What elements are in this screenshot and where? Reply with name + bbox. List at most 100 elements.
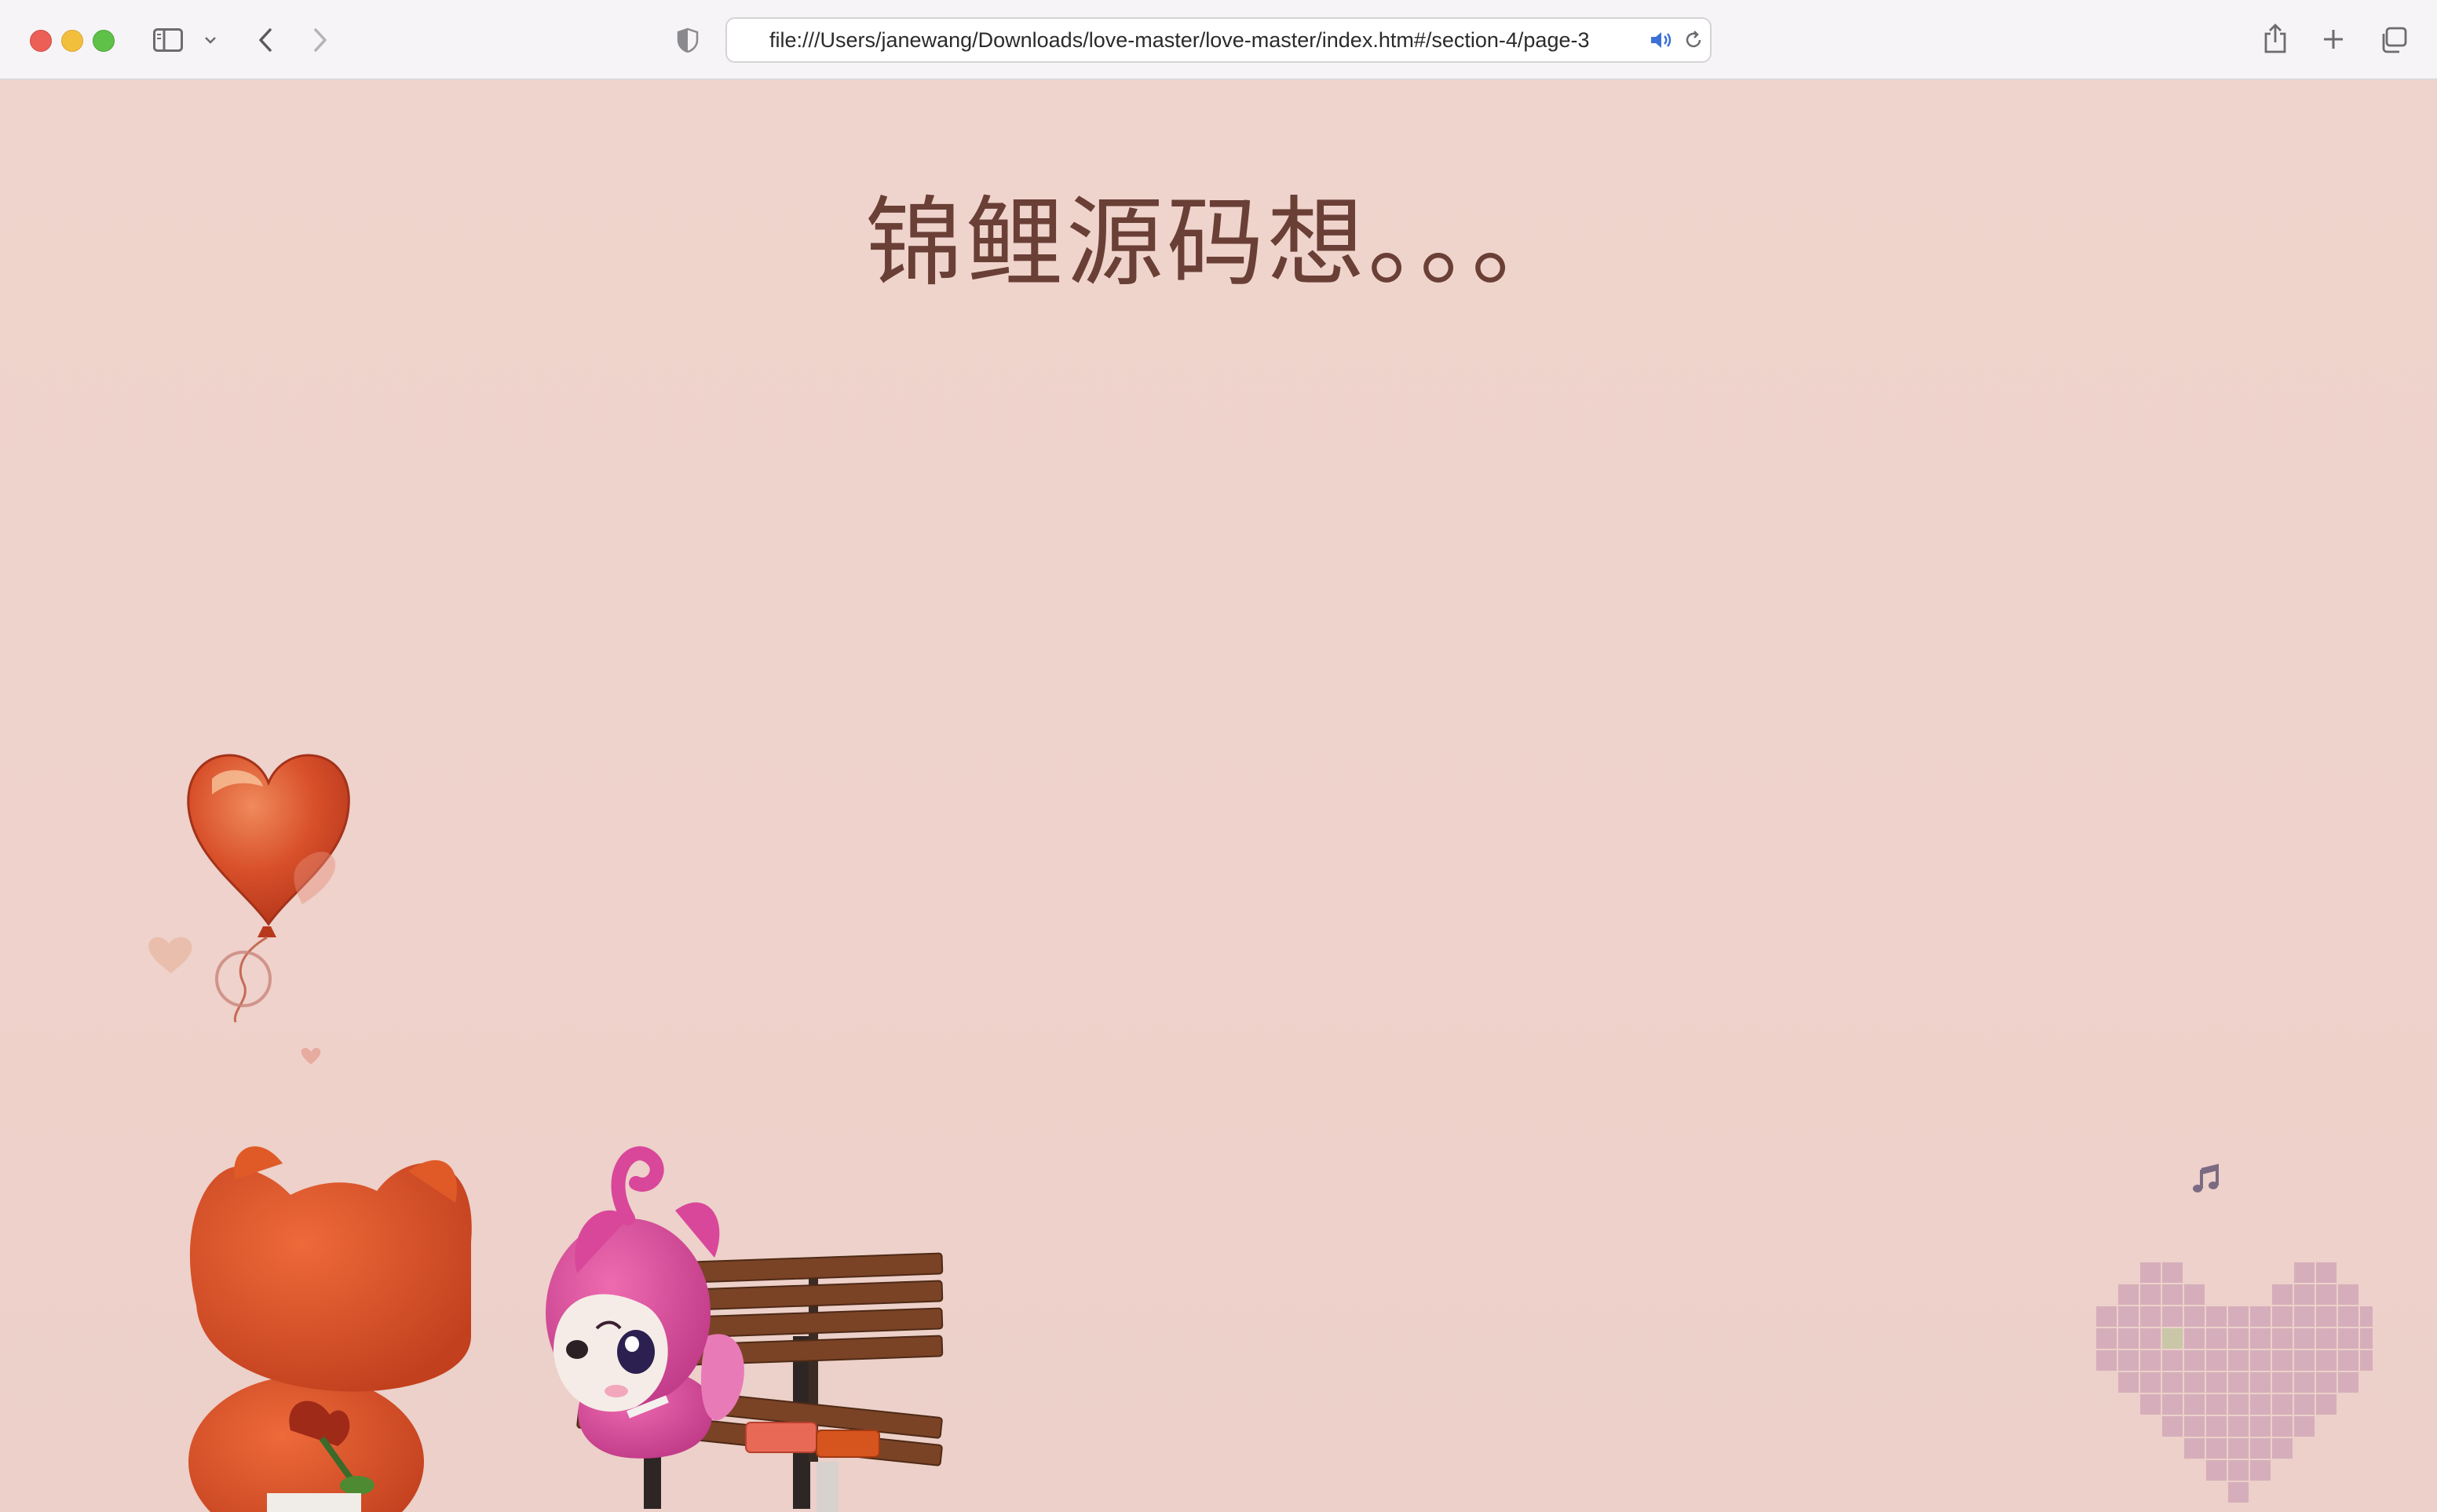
pixel-heart-cell xyxy=(2206,1372,2227,1393)
pixel-heart-cell xyxy=(2316,1284,2337,1305)
pixel-heart-cell xyxy=(2294,1372,2315,1393)
forward-icon[interactable] xyxy=(306,25,334,55)
pixel-heart-cell xyxy=(2294,1306,2315,1327)
pixel-heart-cell xyxy=(2228,1350,2249,1371)
pixel-heart-cell xyxy=(2162,1372,2183,1393)
pixel-heart-cell xyxy=(2228,1372,2249,1393)
pixel-heart-cell xyxy=(2096,1306,2117,1327)
close-window-button[interactable] xyxy=(30,30,52,52)
pixel-heart-cell xyxy=(2338,1306,2358,1327)
zoom-window-button[interactable] xyxy=(93,30,115,52)
pixel-heart-cell xyxy=(2294,1394,2315,1415)
pixel-heart-cell xyxy=(2206,1416,2227,1437)
pixel-heart-cell xyxy=(2228,1328,2249,1349)
pixel-heart-cell xyxy=(2140,1372,2161,1393)
pixel-heart-cell xyxy=(2294,1262,2315,1283)
pixel-heart-cell xyxy=(2294,1350,2315,1371)
pixel-heart-cell xyxy=(2250,1460,2271,1481)
pixel-heart-cell xyxy=(2140,1328,2161,1349)
pixel-heart-cell xyxy=(2184,1350,2205,1371)
pixel-heart-cell xyxy=(2338,1284,2358,1305)
minimize-window-button[interactable] xyxy=(61,30,83,52)
pixel-heart-cell xyxy=(2316,1394,2337,1415)
pixel-heart-cell xyxy=(2118,1306,2139,1327)
url-text[interactable]: file:///Users/janewang/Downloads/love-ma… xyxy=(769,19,1589,61)
pixel-heart-cell xyxy=(2250,1394,2271,1415)
pixel-heart-cell xyxy=(2250,1416,2271,1437)
pixel-heart xyxy=(2096,1262,2373,1503)
pixel-heart-cell xyxy=(2272,1372,2293,1393)
sidebar-icon[interactable] xyxy=(152,27,184,53)
pixel-heart-cell xyxy=(2250,1328,2271,1349)
music-note-icon[interactable] xyxy=(2190,1163,2222,1199)
pixel-heart-cell xyxy=(2140,1394,2161,1415)
heart-balloon-foxes-on-bench xyxy=(148,754,944,1512)
pixel-heart-cell xyxy=(2184,1284,2205,1305)
pixel-heart-cell xyxy=(2272,1394,2293,1415)
pixel-heart-cell xyxy=(2206,1438,2227,1459)
pixel-heart-cell xyxy=(2184,1328,2205,1349)
orange-fox-character xyxy=(188,1146,472,1512)
pixel-heart-cell xyxy=(2338,1372,2358,1393)
pixel-heart-cell xyxy=(2184,1438,2205,1459)
pixel-heart-cell xyxy=(2096,1350,2117,1371)
page-content: 锦鲤源码想。。。 xyxy=(0,80,2437,1512)
pixel-heart-cell xyxy=(2118,1350,2139,1371)
pixel-heart-cell xyxy=(2162,1306,2183,1327)
pixel-heart-cell xyxy=(2316,1262,2337,1283)
pixel-heart-cell xyxy=(2228,1306,2249,1327)
pixel-heart-cell xyxy=(2360,1350,2373,1371)
pixel-heart-cell xyxy=(2140,1306,2161,1327)
pixel-heart-cell xyxy=(2360,1306,2373,1327)
pixel-heart-cell xyxy=(2250,1350,2271,1371)
pixel-heart-cell xyxy=(2206,1460,2227,1481)
pixel-heart-cell xyxy=(2294,1416,2315,1437)
page-headline: 锦鲤源码想。。。 xyxy=(864,187,1572,300)
reload-icon[interactable] xyxy=(1682,28,1705,52)
chevron-down-icon[interactable] xyxy=(201,31,220,49)
heart-balloon xyxy=(148,754,350,1065)
tab-overview-icon[interactable] xyxy=(2377,25,2409,55)
pixel-heart-cell xyxy=(2272,1438,2293,1459)
pixel-heart-cell xyxy=(2118,1284,2139,1305)
speaker-icon[interactable] xyxy=(1647,28,1674,52)
pixel-heart-cell xyxy=(2250,1438,2271,1459)
pixel-heart-cell xyxy=(2206,1306,2227,1327)
pixel-heart-cell xyxy=(2162,1394,2183,1415)
pixel-heart-cell xyxy=(2272,1350,2293,1371)
pixel-heart-cell xyxy=(2272,1328,2293,1349)
pixel-heart-cell xyxy=(2228,1438,2249,1459)
pixel-heart-cell xyxy=(2272,1284,2293,1305)
pixel-heart-cell xyxy=(2228,1394,2249,1415)
pixel-heart-cell xyxy=(2206,1394,2227,1415)
pixel-heart-cell xyxy=(2228,1460,2249,1481)
pixel-heart-cell xyxy=(2118,1328,2139,1349)
pixel-heart-cell xyxy=(2294,1328,2315,1349)
back-icon[interactable] xyxy=(251,25,280,55)
pixel-heart-cell xyxy=(2118,1372,2139,1393)
pixel-heart-cell xyxy=(2162,1328,2183,1349)
pixel-heart-cell xyxy=(2206,1350,2227,1371)
privacy-shield-icon[interactable] xyxy=(675,27,700,53)
pixel-heart-cell xyxy=(2316,1328,2337,1349)
pixel-heart-cell xyxy=(2140,1262,2161,1283)
address-bar[interactable]: file:///Users/janewang/Downloads/love-ma… xyxy=(725,17,1712,63)
pixel-heart-cell xyxy=(2162,1262,2183,1283)
new-tab-icon[interactable] xyxy=(2319,25,2347,53)
pixel-heart-cell xyxy=(2316,1350,2337,1371)
pixel-heart-cell xyxy=(2272,1416,2293,1437)
pixel-heart-cell xyxy=(2162,1284,2183,1305)
pixel-heart-cell xyxy=(2162,1416,2183,1437)
pixel-heart-cell xyxy=(2140,1350,2161,1371)
pixel-heart-cell xyxy=(2184,1306,2205,1327)
pixel-heart-cell xyxy=(2096,1328,2117,1349)
pixel-heart-cell xyxy=(2360,1328,2373,1349)
pixel-heart-cell xyxy=(2338,1328,2358,1349)
share-icon[interactable] xyxy=(2261,22,2289,55)
pixel-heart-cell xyxy=(2294,1284,2315,1305)
pixel-heart-cell xyxy=(2250,1372,2271,1393)
pixel-heart-cell xyxy=(2184,1394,2205,1415)
pixel-heart-cell xyxy=(2272,1306,2293,1327)
pixel-heart-cell xyxy=(2228,1416,2249,1437)
pixel-heart-cell xyxy=(2140,1284,2161,1305)
